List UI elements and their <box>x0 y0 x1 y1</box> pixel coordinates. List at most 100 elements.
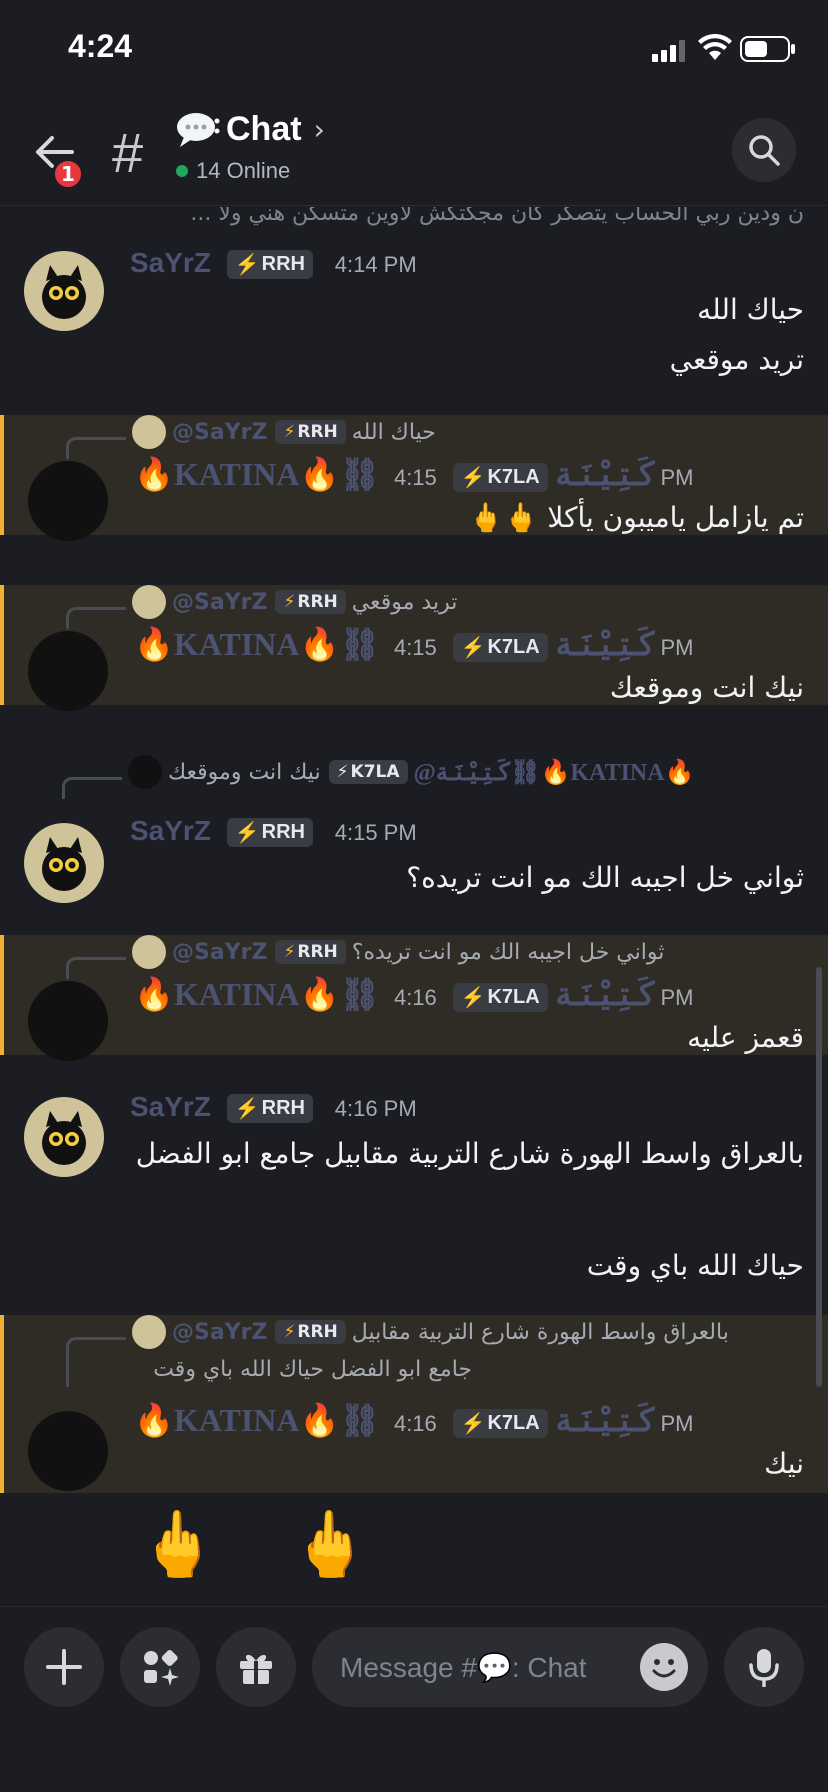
message-text: تريد موقعي <box>669 343 804 376</box>
avatar[interactable] <box>24 823 104 903</box>
chevron-right-icon: › <box>313 113 325 146</box>
role-tag: ⚡ K7LA <box>452 463 548 493</box>
avatar[interactable] <box>28 461 108 541</box>
reply-text: تريد موقعي <box>351 589 458 615</box>
voice-message-button[interactable] <box>724 1627 804 1707</box>
reply-avatar <box>132 935 166 969</box>
role-tag: ⚡ K7LA <box>452 983 548 1013</box>
speech-bubble-icon <box>177 112 220 147</box>
message-text: نيك انت وموقعك <box>609 671 804 704</box>
lightning-icon: ⚡ <box>460 987 486 1010</box>
reply-text: ثواني خل اجيبه الك مو انت تريده؟ <box>351 939 665 965</box>
message-header: SaYrZ ⚡ RRH 4:14 PM <box>130 247 417 280</box>
reply-preview-line2: جامع ابو الفضل حياك الله باي وقت <box>153 1357 472 1382</box>
reply-username: @SaYrZ <box>172 939 268 965</box>
lightning-icon: ⚡ <box>283 1322 296 1342</box>
lightning-icon: ⚡ <box>336 762 349 782</box>
username[interactable]: SaYrZ <box>130 815 211 846</box>
reply-text: نيك انت وموقعك <box>168 759 321 785</box>
reply-connector <box>62 777 122 799</box>
search-icon <box>749 135 780 166</box>
reply-preview[interactable]: @SaYrZ ⚡ RRH ثواني خل اجيبه الك مو انت تر… <box>132 935 664 969</box>
tag-label: K7LA <box>350 762 400 782</box>
message-text: بالعراق واسط الهورة شارع التربية مقابيل … <box>135 1137 804 1170</box>
timestamp: 4:14 PM <box>334 251 417 277</box>
reply-preview[interactable]: نيك انت وموقعك ⚡ K7LA @كَـتِـيْـنَـة⛓🔥KAT… <box>128 755 694 789</box>
reply-role-tag: ⚡ RRH <box>275 1320 346 1344</box>
message-list[interactable]: ن ودين ربي الحساب يتصكر كان مجكتكش لاوين… <box>0 207 828 1607</box>
tag-label: K7LA <box>487 466 540 489</box>
apps-button[interactable] <box>120 1627 200 1707</box>
status-bar: 4:24 <box>0 0 828 96</box>
role-tag: ⚡ RRH <box>226 1094 313 1124</box>
tag-label: RRH <box>297 942 338 962</box>
reply-role-tag: ⚡ RRH <box>275 590 346 614</box>
tag-label: RRH <box>261 821 305 844</box>
channel-name: Chat <box>226 110 302 148</box>
hashtag-icon: # <box>112 121 144 184</box>
reply-username: @SaYrZ <box>172 1319 268 1345</box>
message-item[interactable]: @SaYrZ ⚡ RRH تريد موقعي 🔥KATINA🔥⛓كَـتِـيْ… <box>0 585 828 711</box>
message-item[interactable]: @SaYrZ ⚡ RRH حياك الله 🔥KATINA🔥⛓كَـتِـيْـ… <box>0 415 828 541</box>
message-text: نيك <box>764 1447 804 1480</box>
role-tag: ⚡ RRH <box>226 818 313 848</box>
message-item[interactable]: SaYrZ ⚡ RRH 4:16 PM بالعراق واسط الهورة ش… <box>0 1075 828 1282</box>
emoji-message: 🖕 🖕 <box>0 1493 828 1603</box>
reply-role-tag: ⚡ RRH <box>275 420 346 444</box>
avatar[interactable] <box>28 631 108 711</box>
avatar[interactable] <box>28 981 108 1061</box>
reply-role-tag: ⚡ RRH <box>275 940 346 964</box>
add-button[interactable] <box>24 1627 104 1707</box>
message-item[interactable]: نيك انت وموقعك ⚡ K7LA @كَـتِـيْـنَـة⛓🔥KAT… <box>0 755 828 905</box>
signal-icon <box>652 40 685 62</box>
scrollbar[interactable] <box>816 967 822 1387</box>
role-tag: ⚡ K7LA <box>452 633 548 663</box>
avatar[interactable] <box>28 1411 108 1491</box>
tag-label: RRH <box>297 422 338 442</box>
reply-text: بالعراق واسط الهورة شارع التربية مقابيل <box>351 1319 729 1345</box>
role-tag: ⚡ K7LA <box>452 1409 548 1439</box>
message-header: SaYrZ ⚡ RRH 4:16 PM <box>130 1091 417 1124</box>
online-dot-icon <box>176 165 188 177</box>
message-item[interactable]: @SaYrZ ⚡ RRH بالعراق واسط الهورة شارع الت… <box>0 1315 828 1493</box>
smiley-icon <box>652 1659 676 1678</box>
timestamp: 4:16 PM <box>334 1095 417 1121</box>
avatar[interactable] <box>24 251 104 331</box>
username[interactable]: SaYrZ <box>130 1091 211 1122</box>
message-header: 🔥KATINA🔥⛓كَـتِـيْـنَـة ⚡ K7LA 4:15 PM <box>134 625 693 663</box>
black-cat-avatar-icon <box>42 265 86 319</box>
apps-sparkle-icon <box>144 1650 179 1686</box>
channel-title[interactable]: Chat › <box>176 110 325 149</box>
avatar[interactable] <box>24 1097 104 1177</box>
reply-connector <box>66 437 126 459</box>
lightning-icon: ⚡ <box>234 822 260 845</box>
message-item[interactable]: @SaYrZ ⚡ RRH ثواني خل اجيبه الك مو انت تر… <box>0 935 828 1061</box>
search-button[interactable] <box>732 118 796 182</box>
black-cat-avatar-icon <box>42 1111 86 1165</box>
wifi-icon <box>698 34 732 60</box>
reply-preview[interactable]: @SaYrZ ⚡ RRH بالعراق واسط الهورة شارع الت… <box>132 1315 729 1349</box>
emoji-picker-icon[interactable] <box>640 1643 688 1691</box>
tag-label: RRH <box>297 1322 338 1342</box>
reply-preview[interactable]: @SaYrZ ⚡ RRH تريد موقعي <box>132 585 457 619</box>
reply-preview[interactable]: @SaYrZ ⚡ RRH حياك الله <box>132 415 436 449</box>
reply-username: @كَـتِـيْـنَـة⛓🔥KATINA🔥 <box>413 759 695 786</box>
message-text: حياك الله باي وقت <box>586 1249 804 1282</box>
lightning-icon: ⚡ <box>460 467 486 490</box>
lightning-icon: ⚡ <box>283 422 296 442</box>
reply-avatar <box>132 415 166 449</box>
message-header: 🔥KATINA🔥⛓كَـتِـيْـنَـة ⚡ K7LA 4:16 PM <box>134 1401 693 1439</box>
reply-avatar <box>132 1315 166 1349</box>
gift-icon <box>240 1654 272 1684</box>
message-item[interactable]: SaYrZ ⚡ RRH 4:14 PM حياك الله تريد موقعي <box>0 207 828 376</box>
gift-button[interactable] <box>216 1627 296 1707</box>
reply-avatar <box>132 585 166 619</box>
reply-connector <box>66 957 126 979</box>
lightning-icon: ⚡ <box>234 254 260 277</box>
lightning-icon: ⚡ <box>283 942 296 962</box>
composer-bar: Message #💬: Chat <box>0 1606 828 1792</box>
username[interactable]: SaYrZ <box>130 247 211 278</box>
role-tag: ⚡ RRH <box>226 250 313 280</box>
message-header: SaYrZ ⚡ RRH 4:15 PM <box>130 815 417 848</box>
lightning-icon: ⚡ <box>460 637 486 660</box>
